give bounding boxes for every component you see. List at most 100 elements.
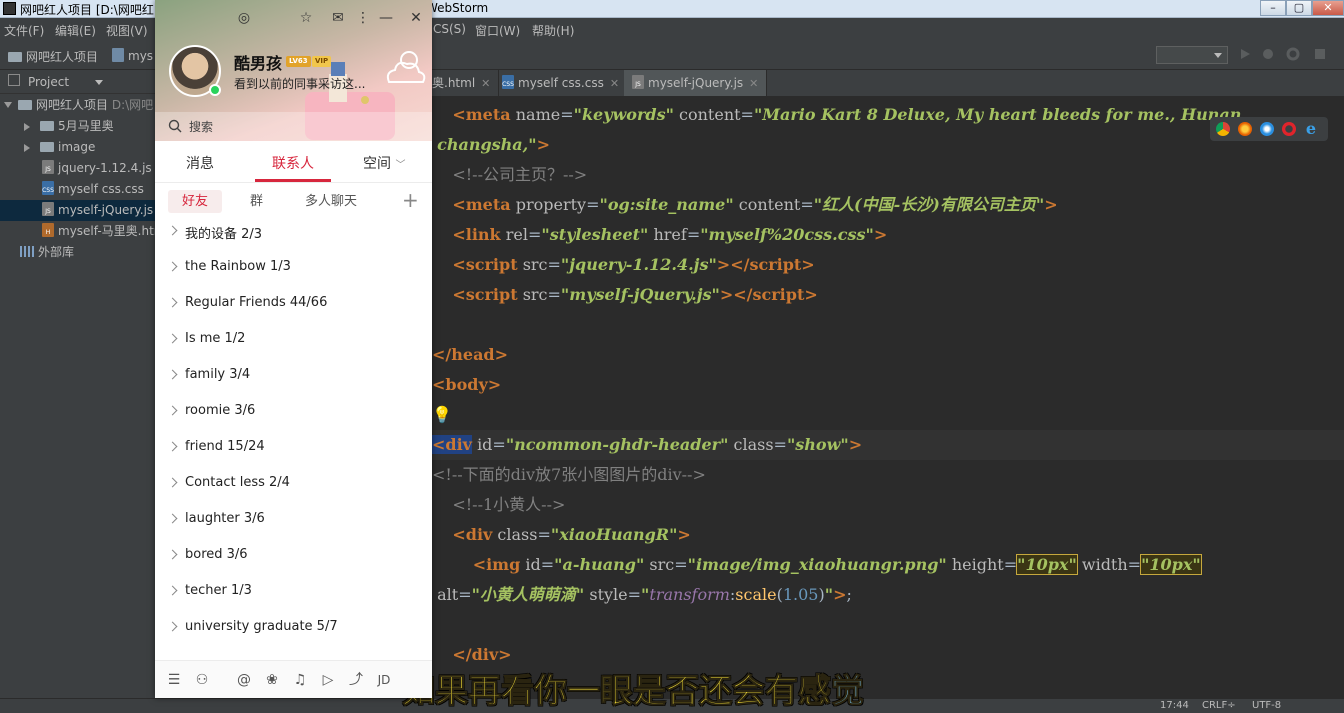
menu-css[interactable]: CS(S) <box>433 22 466 36</box>
active-tab-indicator <box>255 179 331 182</box>
tab-messages[interactable]: 消息 <box>186 153 214 173</box>
friend-group-label: family 3/4 <box>185 367 251 382</box>
friend-group[interactable]: techer 1/3 <box>155 576 432 612</box>
friend-group[interactable]: Regular Friends 44/66 <box>155 288 432 324</box>
run-config-dropdown[interactable] <box>1156 46 1228 64</box>
tree-item-myself-css[interactable]: CSS myself css.css <box>0 179 155 200</box>
safari-icon[interactable] <box>1260 122 1274 136</box>
code-line: <meta name="keywords" content="Mario Kar… <box>452 105 1242 124</box>
tab-myself-css[interactable]: CSS myself css.css ✕ <box>494 70 629 96</box>
ie-icon[interactable]: e <box>1304 121 1318 137</box>
js-file-icon: JS <box>632 75 644 89</box>
friend-group[interactable]: roomie 3/6 <box>155 396 432 432</box>
add-icon[interactable]: + <box>402 188 419 212</box>
level-badge[interactable]: LV63 <box>286 56 311 67</box>
friend-group[interactable]: friend 15/24 <box>155 432 432 468</box>
chevron-right-icon <box>167 225 178 236</box>
chevron-right-icon <box>167 477 178 488</box>
menu-edit[interactable]: 编辑(E) <box>55 22 96 39</box>
file-icon <box>112 48 124 62</box>
menu-view[interactable]: 视图(V) <box>106 22 148 39</box>
tree-item-jquery[interactable]: JS jquery-1.12.4.js <box>0 158 155 179</box>
minimize-button[interactable]: – <box>1260 0 1286 16</box>
code-editor[interactable]: <meta name="keywords" content="Mario Kar… <box>432 96 1344 698</box>
mail-icon[interactable]: ✉ <box>330 10 346 26</box>
subtab-multichat[interactable]: 多人聊天 <box>291 190 371 213</box>
contact-subtabs: 好友 群 多人聊天 + <box>155 186 432 216</box>
vip-badge[interactable]: VIP <box>312 56 332 67</box>
status-caret-position[interactable]: 17:44 <box>1160 700 1189 711</box>
chart-icon[interactable]: ⤴ <box>347 671 365 689</box>
friend-group[interactable]: Contact less 2/4 <box>155 468 432 504</box>
tree-item-root[interactable]: 网吧红人项目 D:\网吧 <box>0 95 155 116</box>
tab-contacts[interactable]: 联系人 <box>272 153 314 173</box>
tree-item-myself-mario-html[interactable]: Hmyself-马里奥.htm <box>0 221 165 242</box>
main-menu-icon[interactable]: ☰ <box>165 671 183 689</box>
menu-window[interactable]: 窗口(W) <box>475 22 520 39</box>
intention-bulb-icon[interactable]: 💡 <box>432 405 452 424</box>
online-status-icon[interactable] <box>209 84 221 96</box>
friend-group-label: techer 1/3 <box>185 583 252 598</box>
maximize-button[interactable]: ▢ <box>1286 0 1312 16</box>
chevron-down-icon[interactable] <box>95 80 103 89</box>
tree-item-myself-jquery[interactable]: JS myself-jQuery.js <box>0 200 155 221</box>
friend-group-label: the Rainbow 1/3 <box>185 259 291 274</box>
user-signature[interactable]: 看到以前的同事采访这... <box>234 75 365 92</box>
pet-icon[interactable]: ❀ <box>263 671 281 689</box>
stop-icon[interactable] <box>1313 47 1327 61</box>
weather-cloud-icon[interactable] <box>383 48 427 88</box>
firefox-icon[interactable] <box>1238 122 1252 136</box>
chevron-right-icon <box>167 549 178 560</box>
tree-item-5yue-mario[interactable]: 5月马里奥 <box>0 116 155 137</box>
skin-icon[interactable]: ◎ <box>236 10 252 26</box>
close-tab-icon[interactable]: ✕ <box>749 77 758 90</box>
tab-myself-jquery[interactable]: JS myself-jQuery.js ✕ <box>624 70 768 96</box>
search-bar[interactable]: 搜索 <box>155 112 432 141</box>
debug-icon[interactable] <box>1261 47 1275 61</box>
jd-icon[interactable]: JD <box>375 671 393 689</box>
mention-icon[interactable]: @ <box>235 671 253 689</box>
friend-group[interactable]: the Rainbow 1/3 <box>155 252 432 288</box>
tree-item-external-libs[interactable]: 外部库 <box>0 242 155 263</box>
minimize-icon[interactable]: — <box>378 10 394 26</box>
coverage-icon[interactable] <box>1286 47 1300 61</box>
opera-icon[interactable] <box>1282 122 1296 136</box>
more-icon[interactable]: ⋮ <box>355 10 371 26</box>
tab-mario-html[interactable]: 奥.html ✕ <box>432 70 500 96</box>
menu-file[interactable]: 文件(F) <box>4 22 44 39</box>
project-panel-header[interactable]: Project <box>0 70 155 94</box>
tree-item-image[interactable]: image <box>0 137 155 158</box>
close-tab-icon[interactable]: ✕ <box>481 77 490 90</box>
close-icon[interactable]: ✕ <box>408 10 424 26</box>
collapse-arrow-icon[interactable] <box>24 144 34 152</box>
friend-group[interactable]: laughter 3/6 <box>155 504 432 540</box>
close-window-button[interactable]: ✕ <box>1312 0 1344 16</box>
video-icon[interactable]: ▷ <box>319 671 337 689</box>
friend-group[interactable]: 我的设备 2/3 <box>155 216 432 252</box>
breadcrumb-project[interactable]: 网吧红人项目 <box>8 48 98 65</box>
editor-tabs: 奥.html ✕ CSS myself css.css ✕ JS myself-jQue… <box>432 70 1344 96</box>
subtab-groups[interactable]: 群 <box>236 190 277 213</box>
subtab-friends[interactable]: 好友 <box>168 190 223 213</box>
breadcrumb-file-label: mys <box>128 49 154 63</box>
code-line: alt="小黄人萌萌滴" style="transform:scale(1.05… <box>437 585 852 604</box>
friend-group[interactable]: family 3/4 <box>155 360 432 396</box>
friend-group[interactable]: Is me 1/2 <box>155 324 432 360</box>
status-encoding[interactable]: UTF-8 <box>1252 700 1281 711</box>
run-icon[interactable] <box>1238 47 1252 61</box>
breadcrumb-file[interactable]: mys <box>112 48 153 63</box>
collapse-arrow-icon[interactable] <box>24 123 34 131</box>
status-line-separator[interactable]: CRLF÷ <box>1202 700 1236 711</box>
menu-help[interactable]: 帮助(H) <box>532 22 574 39</box>
chrome-icon[interactable] <box>1216 122 1230 136</box>
star-icon[interactable]: ☆ <box>298 10 314 26</box>
code-line: <img id="a-huang" src="image/img_xiaohua… <box>472 554 1202 575</box>
library-icon <box>20 246 34 257</box>
friend-group[interactable]: bored 3/6 <box>155 540 432 576</box>
expand-arrow-icon[interactable] <box>4 102 12 112</box>
add-friend-icon[interactable]: ⚇ <box>193 671 211 689</box>
close-tab-icon[interactable]: ✕ <box>610 77 619 90</box>
music-icon[interactable]: ♫ <box>291 671 309 689</box>
tab-space[interactable]: 空间 ﹀ <box>363 153 405 173</box>
friend-group[interactable]: university graduate 5/7 <box>155 612 432 648</box>
